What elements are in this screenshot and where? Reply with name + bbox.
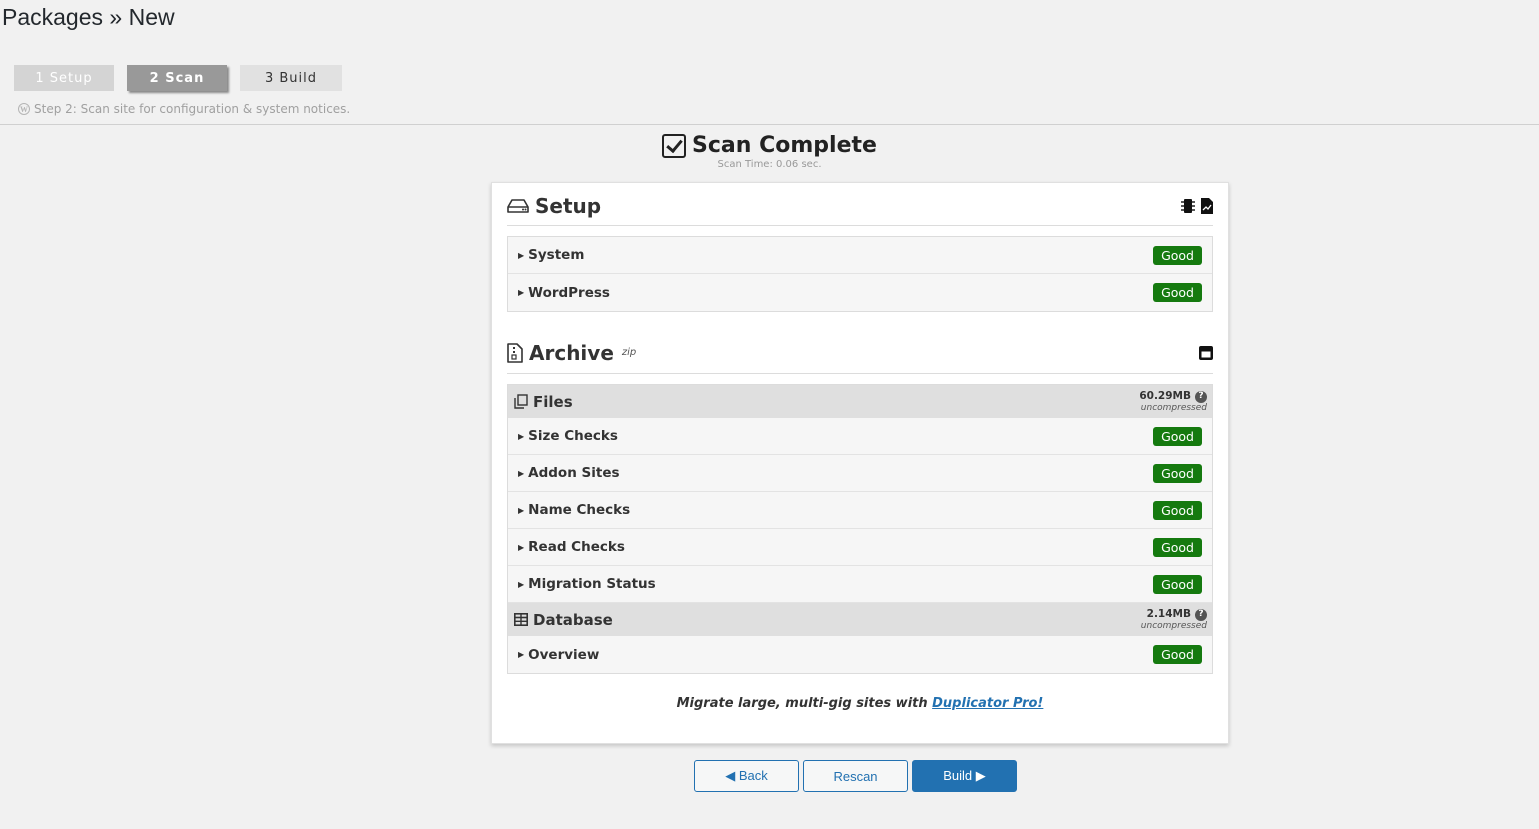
row-label: System (528, 247, 585, 263)
archive-header: Archive zip (507, 332, 1213, 374)
files-title: Files (533, 392, 573, 411)
caret-right-icon: ▶ (518, 288, 525, 297)
file-chart-icon[interactable] (1201, 197, 1213, 214)
divider (0, 124, 1539, 125)
caret-right-icon: ▶ (518, 505, 525, 515)
database-row-overview[interactable]: ▶ Overview Good (508, 636, 1212, 673)
status-badge: Good (1153, 537, 1202, 557)
step-note: W Step 2: Scan site for configuration & … (18, 102, 350, 116)
status-badge: Good (1153, 574, 1202, 594)
status-badge: Good (1153, 283, 1202, 302)
action-buttons: ◀ Back Rescan Build ▶ (694, 760, 1017, 792)
files-size: 60.29MB (1139, 390, 1191, 403)
copy-icon (514, 394, 528, 409)
caret-right-icon: ▶ (518, 542, 525, 552)
files-row-read-checks[interactable]: ▶ Read Checks Good (508, 529, 1212, 566)
status-badge: Good (1153, 426, 1202, 446)
table-icon (514, 613, 528, 626)
build-button[interactable]: Build ▶ (912, 760, 1017, 792)
page-title: Packages » New (2, 4, 175, 30)
setup-title: Setup (535, 193, 602, 218)
status-badge: Good (1153, 500, 1202, 520)
archive-format: zip (621, 347, 637, 358)
save-icon[interactable] (1199, 345, 1213, 360)
rescan-button[interactable]: Rescan (803, 760, 908, 792)
caret-right-icon: ▶ (518, 650, 525, 659)
archive-group: Files 60.29MB? uncompressed ▶ Size Checks… (507, 384, 1213, 674)
archive-title: Archive (529, 340, 614, 365)
scan-header: Scan Complete Scan Time: 0.06 sec. (0, 133, 1539, 170)
database-subheader: Database 2.14MB? uncompressed (508, 603, 1212, 636)
files-size-note: uncompressed (1140, 402, 1207, 413)
setup-row-wordpress[interactable]: ▶ WordPress Good (508, 274, 1212, 311)
row-label: Name Checks (528, 502, 631, 518)
step-scan: 2 Scan (127, 65, 227, 91)
caret-right-icon: ▶ (518, 579, 525, 589)
back-button[interactable]: ◀ Back (694, 760, 799, 792)
duplicator-pro-link[interactable]: Duplicator Pro! (932, 696, 1043, 711)
files-row-migration-status[interactable]: ▶ Migration Status Good (508, 566, 1212, 603)
caret-right-icon: ▶ (518, 250, 525, 260)
hard-drive-icon (507, 198, 529, 213)
setup-header: Setup (507, 186, 1213, 226)
caret-right-icon: ▶ (518, 431, 525, 441)
checkbox-checked-icon (662, 133, 687, 158)
setup-group: ▶ System Good ▶ WordPress Good (507, 236, 1213, 312)
caret-right-icon: ▶ (518, 468, 525, 478)
status-badge: Good (1153, 245, 1202, 265)
row-label: Overview (528, 646, 600, 663)
files-row-name-checks[interactable]: ▶ Name Checks Good (508, 492, 1212, 529)
help-icon[interactable]: ? (1195, 608, 1207, 621)
row-label: Addon Sites (528, 465, 620, 481)
step-setup: 1 Setup (14, 65, 114, 91)
file-zipper-icon (507, 342, 523, 363)
wizard-steps: 1 Setup 2 Scan 3 Build (14, 65, 342, 91)
promo-text: Migrate large, multi-gig sites with Dupl… (507, 696, 1213, 711)
row-label: Read Checks (528, 539, 625, 555)
cpu-icon[interactable] (1181, 198, 1195, 214)
scan-panel: Setup ▶ System Good ▶ WordPress Good Arc… (491, 182, 1229, 744)
files-row-size-checks[interactable]: ▶ Size Checks Good (508, 418, 1212, 455)
promo-label: Migrate large, multi-gig sites with (676, 696, 933, 711)
setup-row-system[interactable]: ▶ System Good (508, 237, 1212, 274)
help-icon[interactable]: ? (1195, 390, 1207, 403)
row-label: Size Checks (528, 428, 618, 444)
row-label: WordPress (528, 284, 610, 301)
status-badge: Good (1153, 463, 1202, 483)
files-subheader: Files 60.29MB? uncompressed (508, 385, 1212, 418)
row-label: Migration Status (528, 576, 656, 592)
wordpress-icon: W (18, 103, 30, 115)
scan-time: Scan Time: 0.06 sec. (717, 158, 822, 170)
database-size: 2.14MB (1146, 608, 1191, 621)
status-badge: Good (1153, 645, 1202, 664)
database-size-note: uncompressed (1140, 620, 1207, 631)
scan-title: Scan Complete (692, 133, 877, 158)
database-title: Database (533, 610, 613, 629)
step-note-text: Step 2: Scan site for configuration & sy… (34, 102, 351, 116)
step-build: 3 Build (240, 65, 342, 91)
files-row-addon-sites[interactable]: ▶ Addon Sites Good (508, 455, 1212, 492)
